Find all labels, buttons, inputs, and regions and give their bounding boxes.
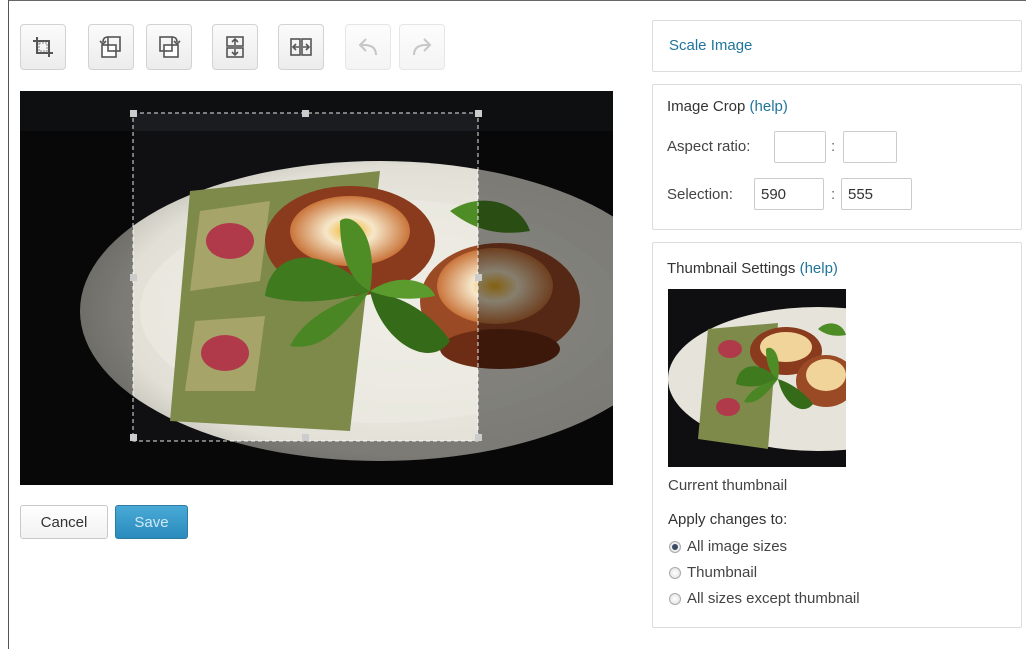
cancel-button[interactable]: Cancel xyxy=(20,505,108,539)
undo-button[interactable] xyxy=(345,24,391,70)
crop-handle-ml[interactable] xyxy=(130,274,137,281)
selection-label: Selection: xyxy=(667,186,733,203)
current-thumbnail-caption: Current thumbnail xyxy=(668,477,788,494)
image-crop-heading: Image Crop (help) xyxy=(667,98,788,115)
image-crop-help-link[interactable]: (help) xyxy=(750,98,788,115)
radio-thumbnail[interactable] xyxy=(669,566,681,579)
thumbnail-settings-title: Thumbnail Settings xyxy=(667,260,796,277)
flip-vertical-button[interactable] xyxy=(212,24,258,70)
rotate-right-button[interactable] xyxy=(146,24,192,70)
undo-icon xyxy=(358,38,377,56)
crop-handle-tr[interactable] xyxy=(475,110,482,117)
image-crop-title: Image Crop xyxy=(667,98,746,115)
frame-border-left xyxy=(8,0,9,649)
thumbnail-settings-heading: Thumbnail Settings (help) xyxy=(667,260,838,277)
crop-icon xyxy=(33,37,53,57)
crop-selection[interactable] xyxy=(133,113,478,441)
apply-option-all-sizes[interactable]: All image sizes xyxy=(669,538,787,555)
crop-handle-tm[interactable] xyxy=(302,110,309,117)
thumbnail-image xyxy=(668,289,846,467)
redo-button[interactable] xyxy=(399,24,445,70)
image-crop-panel: Image Crop (help) Aspect ratio: : Select… xyxy=(652,84,1022,230)
apply-option-label: Thumbnail xyxy=(687,564,758,581)
aspect-ratio-height-input[interactable] xyxy=(843,131,897,163)
flip-horizontal-button[interactable] xyxy=(278,24,324,70)
crop-handle-br[interactable] xyxy=(475,434,482,441)
crop-button[interactable] xyxy=(20,24,66,70)
crop-handle-mr[interactable] xyxy=(475,274,482,281)
rotate-left-icon xyxy=(99,36,121,58)
selection-height-input[interactable] xyxy=(841,178,912,210)
scale-image-panel[interactable]: Scale Image xyxy=(652,20,1022,72)
flip-horizontal-icon xyxy=(290,38,312,56)
selection-width-input[interactable] xyxy=(754,178,824,210)
crop-handle-bm[interactable] xyxy=(302,434,309,441)
thumbnail-settings-help-link[interactable]: (help) xyxy=(800,260,838,277)
rotate-left-button[interactable] xyxy=(88,24,134,70)
rotate-right-icon xyxy=(159,36,181,58)
aspect-ratio-separator: : xyxy=(831,138,836,155)
aspect-ratio-width-input[interactable] xyxy=(774,131,826,163)
save-button[interactable]: Save xyxy=(115,505,188,539)
apply-changes-label: Apply changes to: xyxy=(668,511,788,528)
crop-handle-bl[interactable] xyxy=(130,434,137,441)
redo-icon xyxy=(413,38,432,56)
image-canvas[interactable] xyxy=(20,91,613,485)
apply-option-except-thumbnail[interactable]: All sizes except thumbnail xyxy=(669,590,860,607)
crop-handle-tl[interactable] xyxy=(130,110,137,117)
apply-option-label: All image sizes xyxy=(687,538,788,555)
radio-all-sizes[interactable] xyxy=(669,540,681,553)
radio-except-thumbnail[interactable] xyxy=(669,592,681,605)
scale-image-toggle[interactable]: Scale Image xyxy=(669,37,752,54)
apply-option-thumbnail[interactable]: Thumbnail xyxy=(669,564,757,581)
thumbnail-settings-panel: Thumbnail Settings (help) Current thumbn… xyxy=(652,242,1022,628)
aspect-ratio-label: Aspect ratio: xyxy=(667,138,751,155)
frame-border-top xyxy=(8,0,1026,1)
apply-option-label: All sizes except thumbnail xyxy=(687,590,860,607)
selection-separator: : xyxy=(831,186,836,203)
flip-vertical-icon xyxy=(226,36,244,58)
